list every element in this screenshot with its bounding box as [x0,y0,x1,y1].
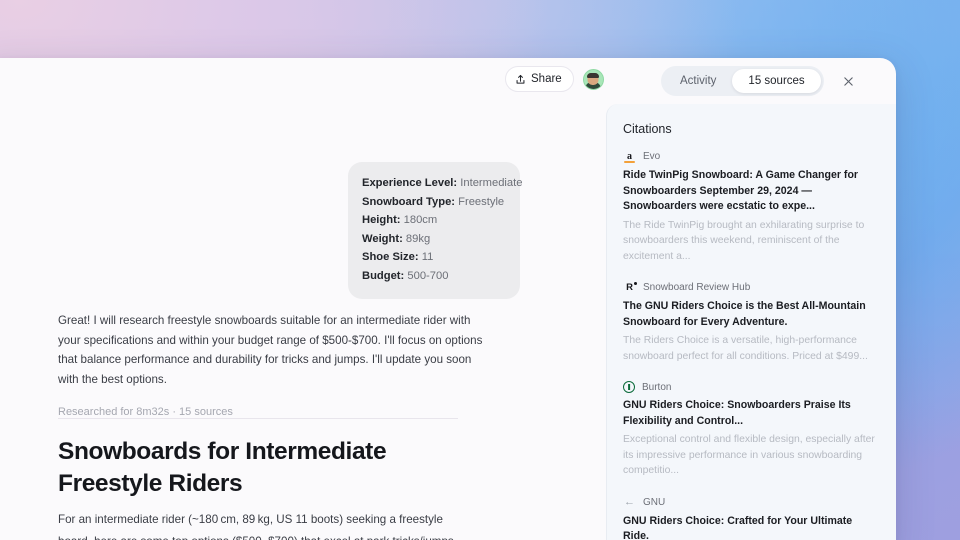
citation-source: Burton [623,381,880,393]
tab-sources[interactable]: 15 sources [732,69,821,93]
citation-snippet: The Riders Choice is a versatile, high-p… [623,335,868,362]
panel-tab-switcher: Activity 15 sources [661,66,824,96]
citation-item[interactable]: R Snowboard Review Hub The GNU Riders Ch… [623,281,880,364]
section-divider [58,418,458,419]
toolbar-right-group: Activity 15 sources [661,66,860,96]
tab-activity[interactable]: Activity [664,69,732,93]
spec-label: Weight: [362,232,403,245]
avatar[interactable] [582,68,604,90]
citations-heading: Citations [623,122,672,136]
citation-title[interactable]: Ride TwinPig Snowboard: A Game Changer f… [623,168,880,215]
citations-panel[interactable]: Citations a Evo Ride TwinPig Snowboard: … [606,104,896,540]
citation-source: R Snowboard Review Hub [623,281,880,294]
citation-source: ← GNU [623,496,880,509]
app-window: Share Activity 15 sources Experience Lev… [0,58,896,540]
spec-label: Budget: [362,269,405,282]
evo-favicon: a [623,150,636,163]
citation-source: a Evo [623,150,880,163]
spec-row: Shoe Size: 11 [362,248,506,267]
close-icon[interactable] [838,70,860,92]
citation-title[interactable]: GNU Riders Choice: Crafted for Your Ulti… [623,514,880,540]
spec-label: Snowboard Type: [362,195,456,208]
burton-favicon [623,381,635,393]
report-intro-paragraph: For an intermediate rider (~180 cm, 89 k… [58,513,457,540]
citation-source-name: Burton [642,381,672,393]
spec-row: Snowboard Type: Freestyle [362,193,506,212]
spec-value: 89kg [405,232,431,245]
share-icon [515,74,526,85]
citation-snippet: Exceptional control and flexible design,… [623,434,875,476]
share-button-label: Share [531,73,562,85]
rei-favicon: R [623,281,637,294]
spec-label: Experience Level: [362,177,458,189]
user-spec-card: Experience Level: Intermediate Snowboard… [348,162,522,299]
spec-row: Height: 180cm [362,211,506,230]
toolbar-center-group: Share [505,66,604,92]
spec-label: Height: [362,214,401,227]
avatar-hair [587,72,600,78]
assistant-message: Great! I will research freestyle snowboa… [58,311,493,418]
share-button[interactable]: Share [505,66,574,92]
conversation-column: Experience Level: Intermediate Snowboard… [0,104,606,540]
citation-title[interactable]: The GNU Riders Choice is the Best All-Mo… [623,299,880,330]
citation-source-name: GNU [643,496,666,508]
spec-label: Shoe Size: [362,251,419,264]
gnu-favicon: ← [624,496,635,508]
citation-item[interactable]: Burton GNU Riders Choice: Snowboarders P… [623,381,880,479]
top-toolbar: Share Activity 15 sources [0,58,896,104]
page-title: Snowboards for Intermediate Freestyle Ri… [58,438,387,497]
citation-item[interactable]: ← GNU GNU Riders Choice: Crafted for You… [623,496,880,540]
spec-row: Budget: 500-700 [362,267,506,286]
window-body: Experience Level: Intermediate Snowboard… [0,104,896,540]
spec-value: Freestyle [458,195,505,208]
spec-value: 500-700 [407,269,449,282]
citation-source-name: Snowboard Review Hub [643,282,751,293]
citation-snippet: The Ride TwinPig brought an exhilarating… [623,219,865,262]
spec-row: Weight: 89kg [362,230,506,249]
spec-value: 11 [421,251,434,264]
spec-row: Experience Level: Intermediate [362,174,522,193]
spec-value: 180cm [403,214,438,227]
assistant-message-text: Great! I will research freestyle snowboa… [58,314,483,386]
spec-value: Intermediate [460,177,523,189]
citation-item[interactable]: a Evo Ride TwinPig Snowboard: A Game Cha… [623,150,880,264]
citation-source-name: Evo [643,151,661,162]
citation-title[interactable]: GNU Riders Choice: Snowboarders Praise I… [623,398,880,429]
research-meta: Researched for 8m32s · 15 sources [58,406,233,418]
